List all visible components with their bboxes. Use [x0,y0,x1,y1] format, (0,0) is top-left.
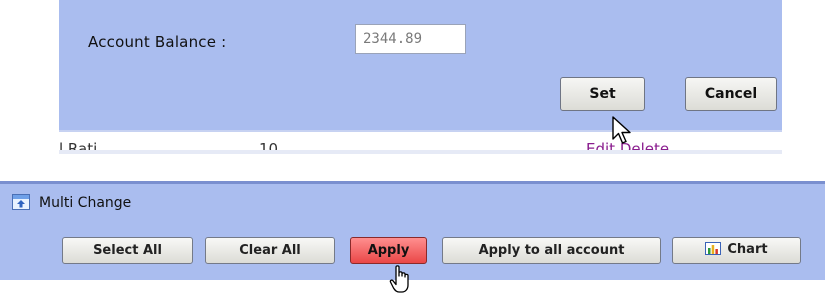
chart-button-label: Chart [727,242,768,257]
apply-button[interactable]: Apply [350,237,427,264]
apply-to-all-account-button[interactable]: Apply to all account [442,237,661,264]
multi-change-icon [12,194,30,210]
account-balance-label: Account Balance : [88,33,227,51]
bar-chart-icon [705,242,722,259]
screen: Account Balance : Set Cancel l Rati 10 E… [0,0,825,297]
multi-change-title: Multi Change [39,195,132,211]
row-divider [59,150,782,154]
chart-button[interactable]: Chart [672,237,801,264]
set-button[interactable]: Set [560,77,645,111]
account-row-partial: l Rati 10 Edit Delete [59,130,782,152]
clear-all-button[interactable]: Clear All [205,237,335,264]
hand-pointer-cursor [389,265,415,297]
account-balance-panel: Account Balance : Set Cancel [59,0,782,130]
cancel-button[interactable]: Cancel [685,77,777,111]
select-all-button[interactable]: Select All [62,237,193,264]
account-balance-input[interactable] [355,24,466,54]
mouse-arrow-cursor [612,116,634,150]
